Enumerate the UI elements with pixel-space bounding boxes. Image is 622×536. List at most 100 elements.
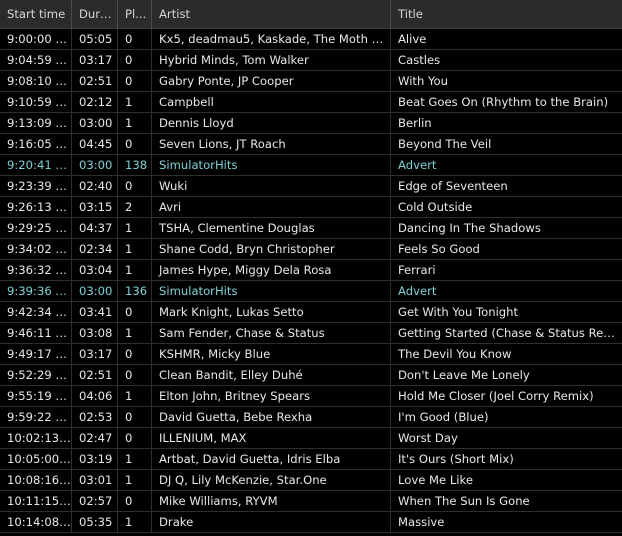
column-header-plays[interactable]: Pl... — [118, 0, 152, 29]
track-row[interactable]: 9:16:05 PM 04:45 0 Seven Lions, JT Roach Bey… — [0, 134, 622, 155]
cell-title: Ferrari — [398, 263, 436, 277]
cell-title: Edge of Seventeen — [398, 179, 508, 193]
cell-artist: Clean Bandit, Elley Duhé — [152, 365, 391, 386]
cell-plays: 1 — [118, 239, 152, 260]
track-row[interactable]: 9:10:59 PM 02:12 1 Campbell Beat Goes On (Rh… — [0, 92, 622, 113]
cell-artist: Wuki — [152, 176, 391, 197]
track-row[interactable]: 9:00:00 PM 05:05 0 Kx5, deadmau5, Kaskade, … — [0, 29, 622, 50]
cell-title: Beat Goes On (Rhythm to the Brain) — [398, 95, 609, 109]
column-header-duration[interactable]: Dura... — [72, 0, 118, 29]
cell-title: Dancing In The Shadows — [398, 221, 541, 235]
track-row[interactable]: 9:13:09 PM 03:00 1 Dennis Lloyd Berlin — [0, 113, 622, 134]
cell-duration: 03:04 — [72, 260, 118, 281]
advert-row[interactable]: 9:39:36 PM 03:00 136 SimulatorHits Advert — [0, 281, 622, 302]
cell-duration: 02:40 — [72, 176, 118, 197]
cell-start-time: 9:46:11 PM — [0, 323, 72, 344]
cell-duration: 03:19 — [72, 449, 118, 470]
playlist-grid[interactable]: Start time Dura... Pl... Artist Title 9:… — [0, 0, 622, 536]
cell-start-time: 10:02:13 PM — [0, 428, 72, 449]
cell-plays: 0 — [118, 302, 152, 323]
cell-start-time: 9:00:00 PM — [0, 29, 72, 50]
track-row[interactable]: 9:55:19 PM 04:06 1 Elton John, Britney Spea… — [0, 386, 622, 407]
cell-plays: 0 — [118, 176, 152, 197]
cell-start-time: 9:20:41 PM — [0, 155, 72, 176]
advert-row[interactable]: 9:20:41 PM 03:00 138 SimulatorHits Advert — [0, 155, 622, 176]
track-row[interactable]: 9:04:59 PM 03:17 0 Hybrid Minds, Tom Walker… — [0, 50, 622, 71]
cell-title: I'm Good (Blue) — [398, 410, 489, 424]
track-row[interactable]: 10:08:16 PM03:011DJ Q, Lily McKenzie, St… — [0, 470, 622, 491]
track-row[interactable]: 9:26:13 PM 03:15 2 Avri Cold Outside — [0, 197, 622, 218]
cell-duration: 03:00 — [72, 113, 118, 134]
column-header-row: Start time Dura... Pl... Artist Title — [0, 0, 622, 29]
cell-artist: Seven Lions, JT Roach — [152, 134, 391, 155]
track-row[interactable]: 9:52:29 PM 02:51 0 Clean Bandit, Elley Duhé… — [0, 365, 622, 386]
cell-start-time: 9:36:32 PM — [0, 260, 72, 281]
cell-duration: 02:12 — [72, 92, 118, 113]
cell-artist: Hybrid Minds, Tom Walker — [152, 50, 391, 71]
cell-plays: 0 — [118, 428, 152, 449]
cell-title: Advert — [398, 284, 437, 298]
track-row[interactable]: 9:49:17 PM 03:17 0 KSHMR, Micky Blue The Dev… — [0, 344, 622, 365]
cell-plays: 0 — [118, 365, 152, 386]
cell-duration: 03:17 — [72, 344, 118, 365]
cell-title: Alive — [398, 32, 427, 46]
cell-artist: Dennis Lloyd — [152, 113, 391, 134]
cell-title: Get With You Tonight — [398, 305, 519, 319]
cell-artist: Artbat, David Guetta, Idris Elba — [152, 449, 391, 470]
cell-artist: Mike Williams, RYVM — [152, 491, 391, 512]
track-row[interactable]: 9:08:10 PM 02:51 0 Gabry Ponte, JP Cooper Wi… — [0, 71, 622, 92]
cell-duration: 02:34 — [72, 239, 118, 260]
cell-start-time: 9:39:36 PM — [0, 281, 72, 302]
cell-artist: TSHA, Clementine Douglas — [152, 218, 391, 239]
cell-start-time: 9:13:09 PM — [0, 113, 72, 134]
track-row[interactable]: 9:46:11 PM 03:08 1 Sam Fender, Chase & Stat… — [0, 323, 622, 344]
track-row[interactable]: 9:23:39 PM 02:40 0 Wuki Edge of Seventeen — [0, 176, 622, 197]
cell-start-time: 9:55:19 PM — [0, 386, 72, 407]
cell-duration: 03:41 — [72, 302, 118, 323]
track-row[interactable]: 10:02:13 PM02:470ILLENIUM, MAX Worst Day — [0, 428, 622, 449]
track-row[interactable]: 9:34:02 PM 02:34 1 Shane Codd, Bryn Christo… — [0, 239, 622, 260]
cell-title: Worst Day — [398, 431, 458, 445]
cell-title: Beyond The Veil — [398, 137, 492, 151]
cell-start-time: 9:52:29 PM — [0, 365, 72, 386]
track-row[interactable]: 10:05:00 PM03:191Artbat, David Guetta, I… — [0, 449, 622, 470]
cell-artist: Shane Codd, Bryn Christopher — [152, 239, 391, 260]
cell-plays: 136 — [118, 281, 152, 302]
cell-plays: 0 — [118, 134, 152, 155]
cell-artist: Kx5, deadmau5, Kaskade, The Moth & The..… — [152, 29, 391, 50]
track-row[interactable]: 9:29:25 PM 04:37 1 TSHA, Clementine Douglas… — [0, 218, 622, 239]
cell-title: With You — [398, 74, 448, 88]
cell-artist: SimulatorHits — [152, 155, 391, 176]
cell-duration: 02:57 — [72, 491, 118, 512]
cell-artist: Sam Fender, Chase & Status — [152, 323, 391, 344]
cell-artist: Gabry Ponte, JP Cooper — [152, 71, 391, 92]
cell-duration: 03:17 — [72, 50, 118, 71]
cell-start-time: 9:08:10 PM — [0, 71, 72, 92]
track-row[interactable]: 9:42:34 PM 03:41 0 Mark Knight, Lukas Setto… — [0, 302, 622, 323]
cell-duration: 05:05 — [72, 29, 118, 50]
cell-duration: 03:15 — [72, 197, 118, 218]
column-header-title[interactable]: Title — [391, 0, 622, 29]
cell-title: Feels So Good — [398, 242, 480, 256]
cell-duration: 03:00 — [72, 155, 118, 176]
cell-start-time: 9:49:17 PM — [0, 344, 72, 365]
cell-artist: Mark Knight, Lukas Setto — [152, 302, 391, 323]
column-header-artist[interactable]: Artist — [152, 0, 391, 29]
cell-plays: 1 — [118, 113, 152, 134]
cell-plays: 1 — [118, 386, 152, 407]
cell-plays: 0 — [118, 491, 152, 512]
cell-plays: 1 — [118, 323, 152, 344]
track-row[interactable]: 9:36:32 PM 03:04 1 James Hype, Miggy Dela R… — [0, 260, 622, 281]
cell-start-time: 9:23:39 PM — [0, 176, 72, 197]
playlist-rows: 9:00:00 PM 05:05 0 Kx5, deadmau5, Kaskade, … — [0, 29, 622, 533]
track-row[interactable]: 10:11:15 PM02:570Mike Williams, RYVM When… — [0, 491, 622, 512]
cell-title: It's Ours (Short Mix) — [398, 452, 514, 466]
cell-title: Advert — [398, 158, 437, 172]
cell-start-time: 9:04:59 PM — [0, 50, 72, 71]
cell-title: Berlin — [398, 116, 432, 130]
column-header-start-time[interactable]: Start time — [0, 0, 72, 29]
track-row[interactable]: 10:14:08 PM05:351Drake Massive — [0, 512, 622, 533]
cell-start-time: 9:26:13 PM — [0, 197, 72, 218]
track-row[interactable]: 9:59:22 PM 02:53 0 David Guetta, Bebe Rexha… — [0, 407, 622, 428]
cell-duration: 04:06 — [72, 386, 118, 407]
